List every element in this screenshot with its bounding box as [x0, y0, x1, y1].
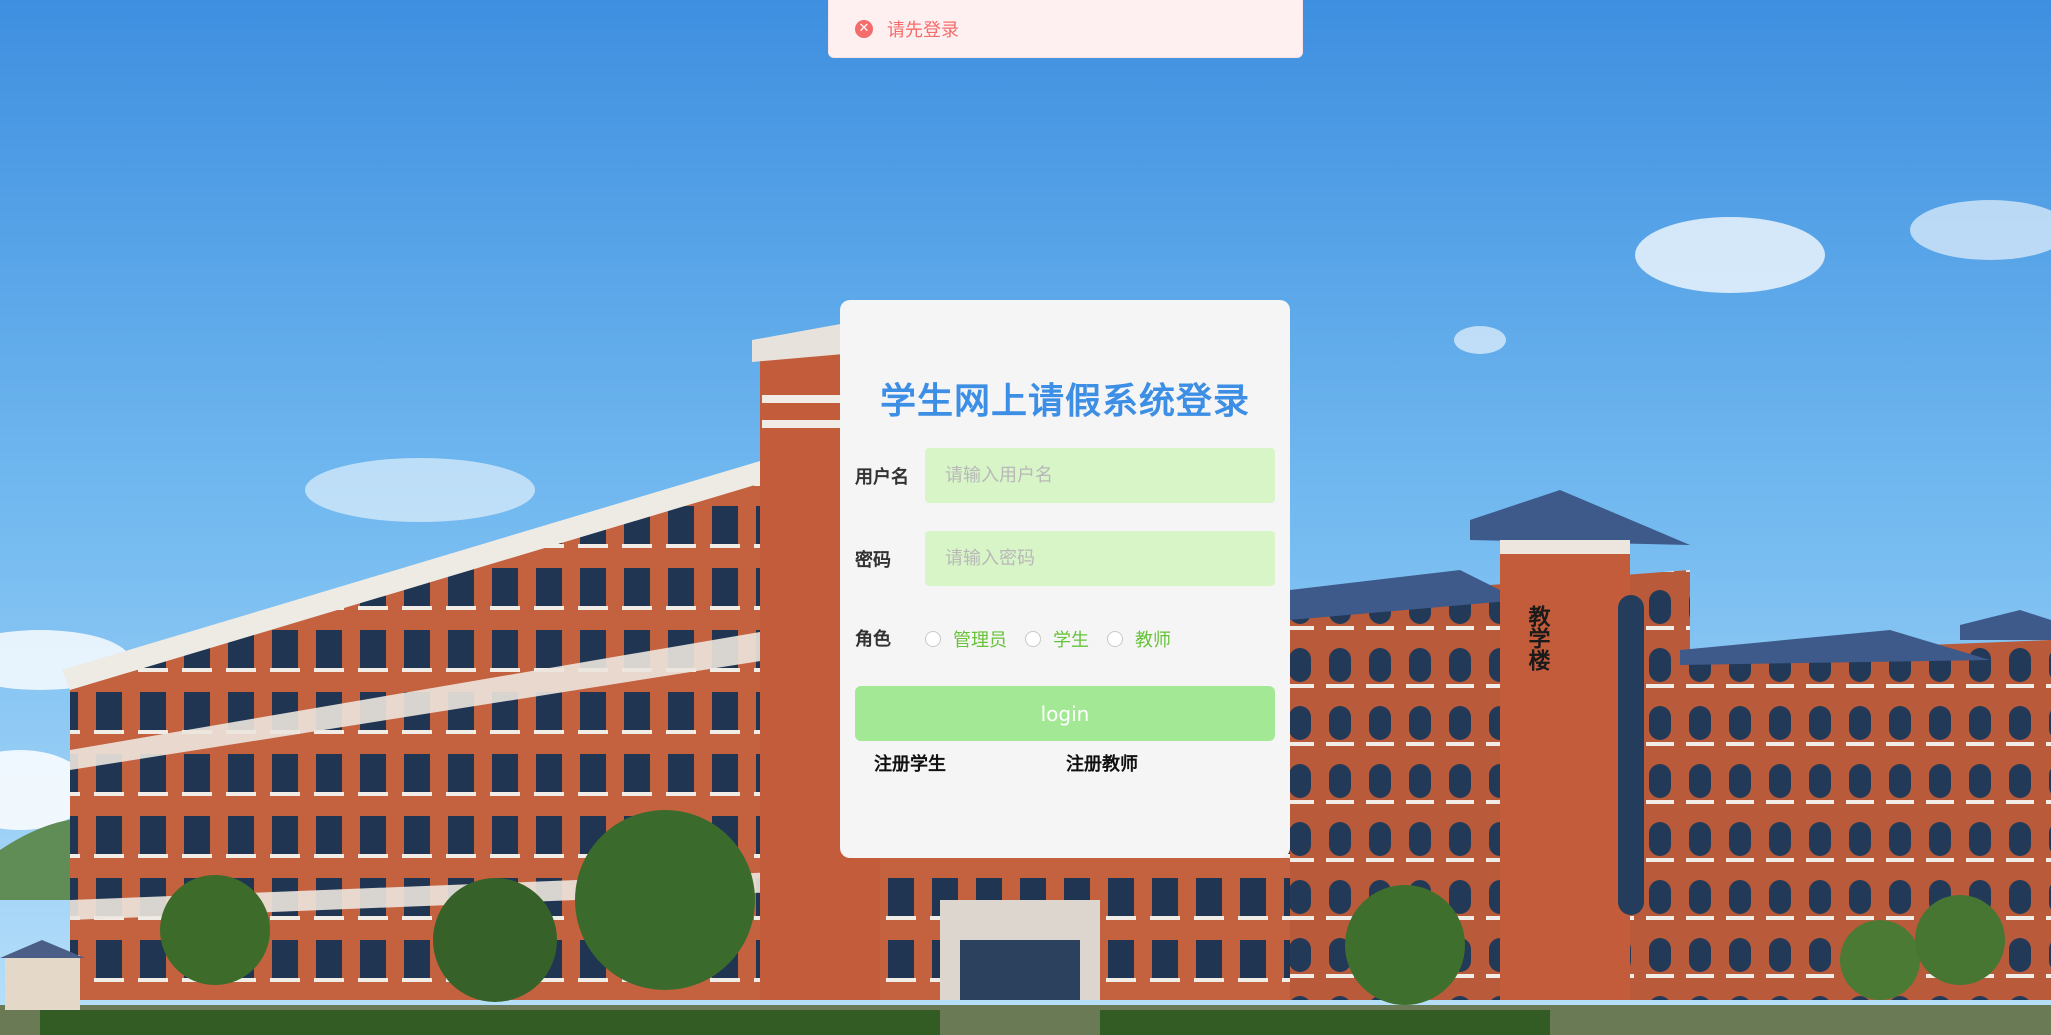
- svg-text:教学楼: 教学楼: [1525, 604, 1551, 672]
- register-teacher-link[interactable]: 注册教师: [1066, 750, 1138, 776]
- role-radio-group: 管理员 学生 教师: [925, 626, 1189, 652]
- username-label: 用户名: [855, 467, 909, 488]
- radio-button[interactable]: [1025, 631, 1041, 647]
- login-card: 学生网上请假系统登录 用户名 密码 角色 管理员 学生 教师 login 注册学…: [840, 300, 1290, 858]
- login-button[interactable]: login: [855, 686, 1275, 741]
- password-label: 密码: [855, 550, 891, 571]
- toast-message: 请先登录: [887, 19, 959, 41]
- username-input[interactable]: [925, 448, 1275, 503]
- register-student-link[interactable]: 注册学生: [874, 750, 946, 776]
- radio-button[interactable]: [925, 631, 941, 647]
- role-option-teacher[interactable]: 教师: [1107, 626, 1171, 652]
- radio-button[interactable]: [1107, 631, 1123, 647]
- password-input[interactable]: [925, 531, 1275, 586]
- error-toast: ✕ 请先登录: [828, 0, 1303, 58]
- error-circle-icon: ✕: [855, 19, 873, 38]
- role-option-admin[interactable]: 管理员: [925, 626, 1007, 652]
- role-option-student[interactable]: 学生: [1025, 626, 1089, 652]
- login-title: 学生网上请假系统登录: [879, 381, 1250, 422]
- role-label: 角色: [855, 629, 891, 650]
